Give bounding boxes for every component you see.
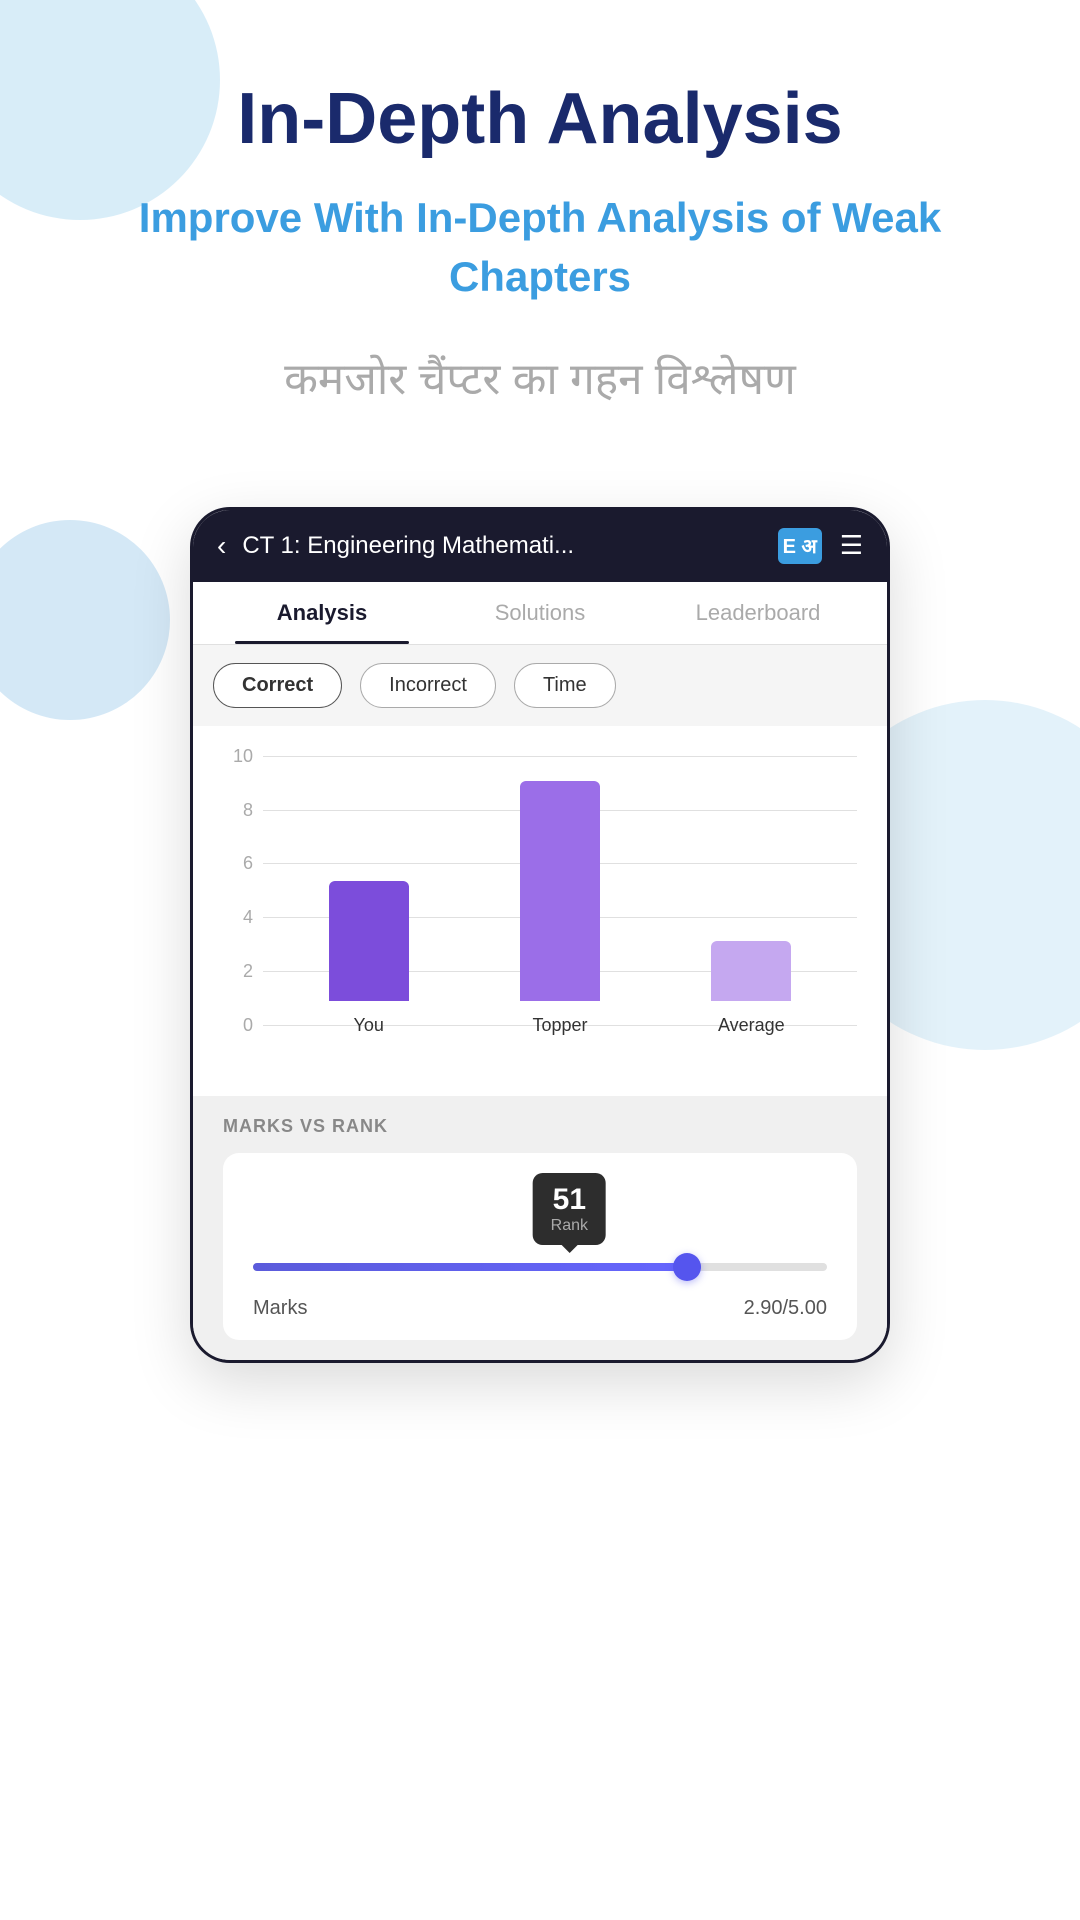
header-section: In-Depth Analysis Improve With In-Depth … (0, 0, 1080, 447)
tab-leaderboard[interactable]: Leaderboard (649, 582, 867, 644)
rank-tooltip: 51 Rank (533, 1173, 606, 1245)
filter-chips: Correct Incorrect Time (193, 645, 887, 726)
chip-incorrect[interactable]: Incorrect (360, 663, 496, 708)
bar-group-you: You (329, 881, 409, 1036)
slider-thumb[interactable] (673, 1253, 701, 1281)
phone-container: ‹ CT 1: Engineering Mathemati... E अ ☰ A… (190, 507, 890, 1363)
bg-circle-middle-left (0, 520, 170, 720)
subtitle: Improve With In-Depth Analysis of Weak C… (60, 189, 1020, 307)
tabs-bar: Analysis Solutions Leaderboard (193, 582, 887, 645)
topbar-icons: E अ ☰ (778, 528, 863, 564)
slider-fill (253, 1263, 701, 1271)
tab-solutions[interactable]: Solutions (431, 582, 649, 644)
bar-label-average: Average (718, 1015, 785, 1036)
marks-vs-rank-section: MARKS VS RANK 51 Rank Marks 2.90/5.00 (193, 1096, 887, 1360)
marks-label: Marks (253, 1297, 307, 1320)
bar-group-average: Average (711, 941, 791, 1036)
chip-correct[interactable]: Correct (213, 663, 342, 708)
slider-area (253, 1253, 827, 1281)
hindi-subtitle: कमजोर चैंप्टर का गहन विश्लेषण (60, 347, 1020, 407)
topbar: ‹ CT 1: Engineering Mathemati... E अ ☰ (193, 510, 887, 582)
bar-group-topper: Topper (520, 781, 600, 1036)
phone-mockup: ‹ CT 1: Engineering Mathemati... E अ ☰ A… (190, 507, 890, 1363)
marks-rank-card: 51 Rank Marks 2.90/5.00 (223, 1153, 857, 1340)
marks-row: Marks 2.90/5.00 (253, 1297, 827, 1320)
bar-you (329, 881, 409, 1001)
chip-time[interactable]: Time (514, 663, 616, 708)
bar-label-topper: Topper (532, 1015, 587, 1036)
tab-analysis[interactable]: Analysis (213, 582, 431, 644)
rank-number: 51 (551, 1183, 588, 1217)
chart-area: 10 8 6 4 2 (193, 726, 887, 1096)
back-button[interactable]: ‹ (217, 530, 226, 562)
book-icon[interactable]: E अ (778, 528, 822, 564)
bar-average (711, 941, 791, 1001)
topbar-title: CT 1: Engineering Mathemati... (242, 532, 761, 560)
bar-topper (520, 781, 600, 1001)
rank-label: Rank (551, 1217, 588, 1234)
marks-value: 2.90/5.00 (744, 1297, 827, 1320)
marks-rank-title: MARKS VS RANK (223, 1116, 857, 1137)
page-title: In-Depth Analysis (60, 80, 1020, 159)
bar-label-you: You (353, 1015, 383, 1036)
menu-icon[interactable]: ☰ (840, 530, 863, 561)
slider-track[interactable] (253, 1263, 827, 1271)
